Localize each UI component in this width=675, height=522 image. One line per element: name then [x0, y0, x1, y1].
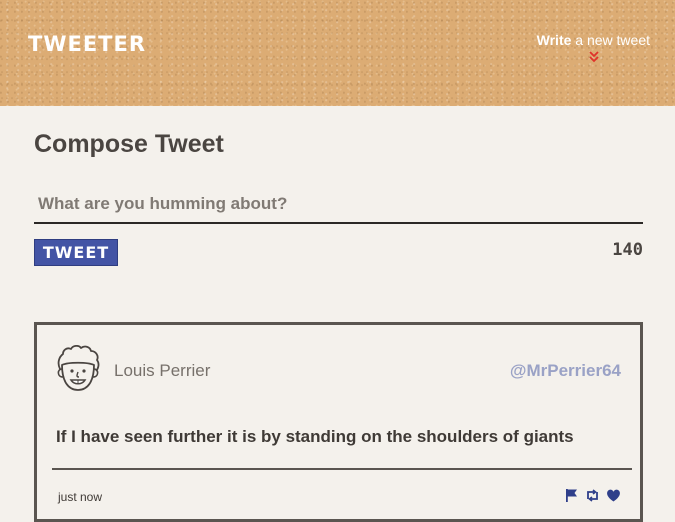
tweet-actions — [564, 488, 621, 503]
site-header: TWEETER Write a new tweet — [0, 0, 675, 106]
write-link-bold: Write — [536, 32, 572, 48]
tweet-divider — [52, 468, 632, 470]
chevrons-down-icon[interactable] — [587, 50, 601, 63]
tweet-text: If I have seen further it is by standing… — [56, 427, 574, 446]
tweet-button[interactable]: TWEET — [34, 239, 118, 266]
write-link-rest: a new tweet — [571, 32, 650, 48]
character-counter: 140 — [612, 240, 643, 260]
retweet-icon[interactable] — [585, 488, 600, 503]
site-logo: TWEETER — [28, 32, 147, 56]
tweet-author: Louis Perrier — [114, 361, 211, 380]
flag-icon[interactable] — [564, 488, 579, 503]
write-new-tweet-link[interactable]: Write a new tweet — [537, 32, 650, 48]
compose-title: Compose Tweet — [34, 130, 224, 158]
avatar-icon — [54, 344, 102, 395]
tweet-card: Louis Perrier @MrPerrier64 If I have see… — [34, 322, 643, 522]
tweet-handle[interactable]: @MrPerrier64 — [510, 361, 621, 381]
tweet-input[interactable] — [34, 186, 643, 224]
tweet-timestamp: just now — [58, 490, 103, 504]
heart-icon[interactable] — [606, 488, 621, 503]
